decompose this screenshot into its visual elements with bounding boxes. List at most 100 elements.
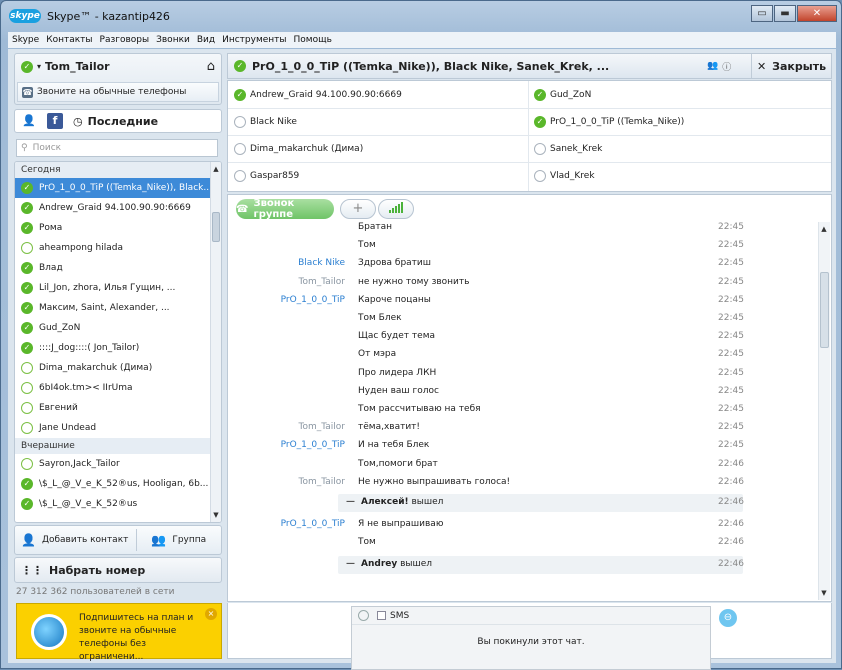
search-input[interactable]: ⚲ Поиск [16,139,218,157]
status-dropdown-icon[interactable]: ▾ [37,62,41,71]
menu-calls[interactable]: Звонки [156,35,190,45]
status-away-icon [21,422,33,434]
message-author[interactable]: PrO_1_0_0_TiP [281,295,345,305]
minimize-button[interactable]: ▭ [751,5,773,22]
message-author[interactable]: Black Nike [298,258,345,268]
emoticon-icon[interactable] [358,610,369,621]
contact-item[interactable]: Dima_makarchuk (Дима) [15,358,221,378]
status-away-icon [21,362,33,374]
dial-button[interactable]: ⋮⋮ Набрать номер [14,557,222,583]
chat-title[interactable]: PrO_1_0_0_TiP ((Temka_Nike)), Black Nike… [252,60,707,73]
info-icon[interactable]: ⓘ [722,60,731,73]
promo-banner[interactable]: Подпишитесь на план и звоните на обычные… [16,603,222,662]
participant-item[interactable]: Sanek_Krek [534,139,602,159]
search-placeholder: Поиск [32,143,62,153]
create-group-button[interactable]: 👥 Группа [145,533,206,547]
contact-item[interactable]: ✓ \$_L_@_V_e_K_52®us, Hooligan, 6b... [15,474,221,494]
home-icon[interactable]: ⌂ [207,59,215,74]
contact-item[interactable]: Евгений [15,398,221,418]
tab-recent[interactable]: ◷ Последние [73,115,158,128]
contact-item[interactable]: ✓ Andrew_Graid 94.100.90.90:6669 [15,198,221,218]
message-author[interactable]: Tom_Tailor [299,422,345,432]
menu-help[interactable]: Помощь [294,35,332,45]
user-name[interactable]: Tom_Tailor [45,60,110,73]
contact-item[interactable]: ✓ Влад [15,258,221,278]
status-online-icon: ✓ [21,498,33,510]
participant-name: PrO_1_0_0_TiP ((Temka_Nike)) [550,117,685,127]
participant-item[interactable]: Dima_makarchuk (Дима) [234,139,363,159]
chat-message: Tom_Tailor тёма,хватит! 22:45 [228,419,818,437]
add-participant-button[interactable]: + [340,199,376,219]
contact-name: Максим, Saint, Alexander, ... [39,303,170,313]
message-author[interactable]: PrO_1_0_0_TiP [281,519,345,529]
contact-item[interactable]: ✓ Gud_ZoN [15,318,221,338]
menu-view[interactable]: Вид [197,35,215,45]
contact-item[interactable]: 6bI4ok.tm>< IIrUma [15,378,221,398]
call-phones-button[interactable]: ☎ Звоните на обычные телефоны [17,82,219,102]
contact-item[interactable]: ✓ Lil_Jon, zhora, Илья Гущин, ... [15,278,221,298]
menu-tools[interactable]: Инструменты [222,35,286,45]
sms-checkbox[interactable] [377,611,386,620]
client-area: ✓ ▾ Tom_Tailor ⌂ ☎ Звоните на обычные те… [8,49,836,670]
menu-contacts[interactable]: Контакты [46,35,92,45]
scroll-up-arrow-icon[interactable]: ▲ [819,224,829,234]
chat-status-icon: ✓ [234,60,246,72]
call-toolbar: ☎ Звонок группе + [227,194,832,222]
chat-message: Tom_Tailor Не нужно выпрашивать голоса! 22… [228,474,818,492]
chat-scrollbar[interactable]: ▲ ▼ [818,222,830,600]
participant-item[interactable]: Black Nike [234,112,297,132]
scroll-down-arrow-icon[interactable]: ▼ [819,588,829,598]
chat-scrollbar-thumb[interactable] [820,272,829,348]
message-text: Братан [358,222,393,232]
system-message: — Алексей! вышел 22:46 [338,494,744,512]
menu-conversations[interactable]: Разговоры [100,35,150,45]
contact-item[interactable]: ✓ Максим, Saint, Alexander, ... [15,298,221,318]
scroll-up-arrow-icon[interactable]: ▲ [211,164,221,174]
contact-item[interactable]: ✓ Рома [15,218,221,238]
message-author[interactable]: Tom_Tailor [299,277,345,287]
send-icon[interactable]: ⊖ [719,609,737,627]
contact-item[interactable]: Sayron,Jack_Tailor [15,454,221,474]
maximize-button[interactable]: ▬ [774,5,796,22]
message-author[interactable]: PrO_1_0_0_TiP [281,440,345,450]
message-text: Щас будет тема [358,331,435,342]
contact-name: PrO_1_0_0_TiP ((Temka_Nike)), Black... [39,183,212,193]
contact-item[interactable]: ✓ \$_L_@_V_e_K_52®us [15,494,221,514]
group-header-yesterday[interactable]: Вчерашние [15,438,221,454]
status-online-icon: ✓ [534,89,546,101]
participant-item[interactable]: ✓ Andrew_Graid 94.100.90.90:6669 [234,85,402,105]
status-offline-icon [534,143,546,155]
contact-item[interactable]: aheampong hilada [15,238,221,258]
contact-item[interactable]: Jane Undead [15,418,221,438]
call-quality-icon[interactable] [378,199,414,219]
message-time: 22:45 [718,222,744,232]
chat-message: PrO_1_0_0_TiP Я не выпрашиваю 22:46 [228,516,818,534]
contact-name: Jane Undead [39,423,97,433]
message-box[interactable]: SMS Вы покинули этот чат. [351,606,711,670]
participant-item[interactable]: Gaspar859 [234,166,299,186]
close-chat-button[interactable]: ✕ Закрыть [751,54,831,78]
participant-item[interactable]: ✓ Gud_ZoN [534,85,591,105]
message-author[interactable]: Tom_Tailor [299,477,345,487]
contacts-tab-icon[interactable]: 👤 [19,112,39,130]
scrollbar-thumb[interactable] [212,212,220,242]
participant-item[interactable]: Vlad_Krek [534,166,595,186]
status-online-icon[interactable]: ✓ [21,60,33,73]
scroll-down-arrow-icon[interactable]: ▼ [211,510,221,520]
contact-name: \$_L_@_V_e_K_52®us [39,499,138,509]
message-time: 22:45 [718,276,744,287]
chat-message: Том,помоги брат 22:46 [228,456,818,474]
contact-item[interactable]: ✓ PrO_1_0_0_TiP ((Temka_Nike)), Black... [15,178,221,198]
close-window-button[interactable]: ✕ [797,5,837,22]
add-contact-button[interactable]: 👤 Добавить контакт [15,533,128,547]
group-header-today[interactable]: Сегодня [15,162,221,178]
call-group-button[interactable]: ☎ Звонок группе [236,198,334,220]
contact-item[interactable]: ✓::::J_dog::::( Jon_Tailor) [15,338,221,358]
facebook-tab-icon[interactable]: f [47,113,63,129]
participants-icon[interactable]: 👥 [707,61,718,71]
close-promo-icon[interactable]: × [205,608,217,620]
participant-item[interactable]: ✓ PrO_1_0_0_TiP ((Temka_Nike)) [534,112,684,132]
contact-list-scrollbar[interactable]: ▲ ▼ [210,162,221,522]
add-contact-icon: 👤 [21,533,36,547]
menu-skype[interactable]: Skype [12,35,39,45]
